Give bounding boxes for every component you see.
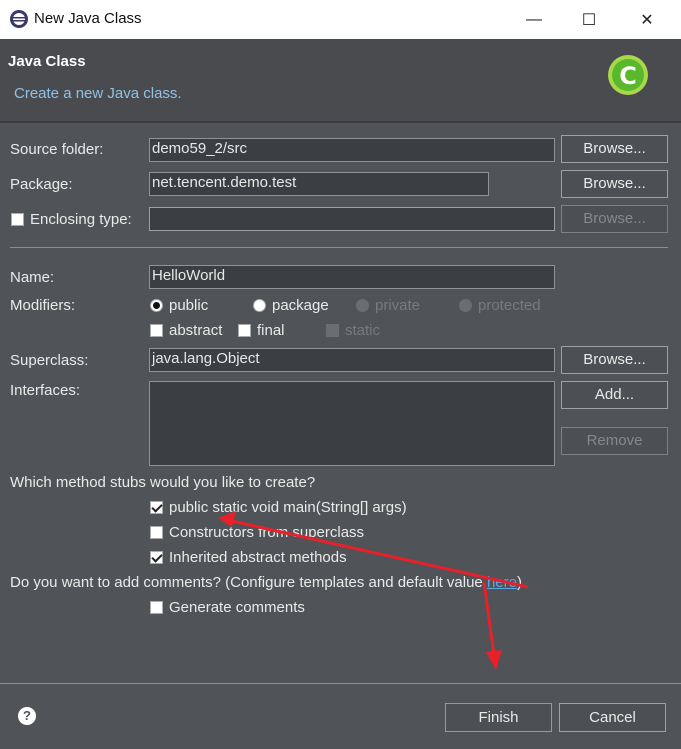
arrow-to-finish-button [482,581,502,670]
annotation-arrows [218,511,529,670]
new-java-class-dialog: New Java Class — ☐ ✕ Java Class Create a… [0,0,681,749]
arrow-to-main-checkbox [218,511,529,589]
